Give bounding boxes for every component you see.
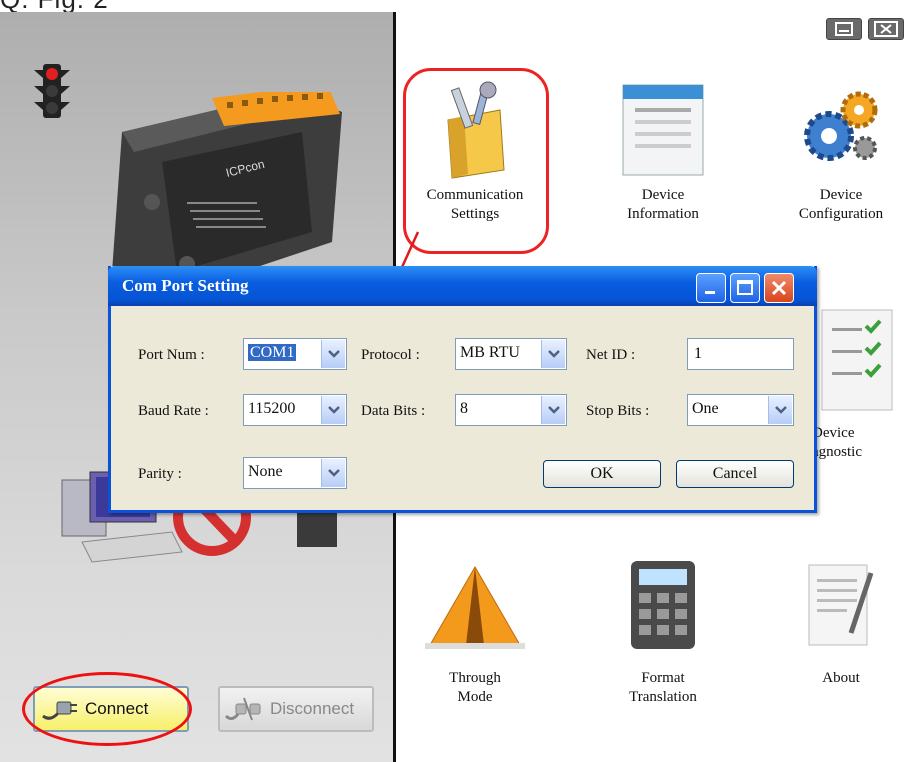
caption-text: Q. Fig. 2 <box>0 0 109 12</box>
tile-about[interactable]: About <box>778 555 904 688</box>
figure-caption: Q. Fig. 2 <box>0 0 904 12</box>
dialog-maximize-button[interactable] <box>730 273 760 303</box>
protocol-value: MB RTU <box>460 344 520 361</box>
protocol-select[interactable]: MB RTU <box>455 338 567 370</box>
dialog-title: Com Port Setting <box>122 276 249 295</box>
tent-icon <box>425 565 525 649</box>
dialog-titlebar[interactable]: Com Port Setting <box>108 266 817 306</box>
data-bits-select[interactable]: 8 <box>455 394 567 426</box>
parity-select[interactable]: None <box>243 457 347 489</box>
window-controls <box>826 12 904 42</box>
cancel-button[interactable]: Cancel <box>676 460 794 488</box>
document-pen-icon <box>808 564 874 646</box>
parity-label: Parity : <box>138 466 182 482</box>
data-bits-label: Data Bits : <box>361 403 426 419</box>
maximize-icon <box>737 280 753 295</box>
data-bits-value: 8 <box>460 400 468 417</box>
close-icon <box>771 280 787 296</box>
tile-through-mode[interactable]: Through Mode <box>400 555 550 707</box>
stop-bits-label: Stop Bits : <box>586 403 650 419</box>
net-id-label: Net ID : <box>586 347 636 363</box>
calculator-icon <box>631 561 695 649</box>
close-icon <box>874 21 898 37</box>
chevron-down-icon[interactable] <box>768 396 792 424</box>
disconnect-label: Disconnect <box>270 699 355 718</box>
minimize-icon <box>705 291 715 294</box>
tile-device-diagnostic[interactable]: Device agnostic <box>812 300 904 462</box>
checklist-icon <box>821 309 893 411</box>
info-window-icon <box>622 84 704 176</box>
com-port-setting-dialog: Com Port Setting Port Num : COM1 Protoco… <box>108 266 817 513</box>
tile-device-configuration[interactable]: Device Configuration <box>778 80 904 224</box>
close-window-button[interactable] <box>868 18 904 40</box>
gears-icon <box>804 91 878 161</box>
dialog-minimize-button[interactable] <box>696 273 726 303</box>
minimize-icon <box>835 22 853 36</box>
net-id-value: 1 <box>694 345 702 362</box>
tile-label: Format Translation <box>629 670 697 705</box>
stop-bits-select[interactable]: One <box>687 394 794 426</box>
chevron-down-icon[interactable] <box>321 396 345 424</box>
chevron-down-icon[interactable] <box>541 396 565 424</box>
tile-label: Device Configuration <box>798 187 884 222</box>
ok-button[interactable]: OK <box>543 460 661 488</box>
minimize-window-button[interactable] <box>826 18 862 40</box>
baud-rate-select[interactable]: 115200 <box>243 394 347 426</box>
tile-label: Device agnostic <box>812 425 862 460</box>
chevron-down-icon[interactable] <box>321 459 345 487</box>
chevron-down-icon[interactable] <box>321 340 345 368</box>
baud-rate-value: 115200 <box>248 400 296 417</box>
disconnect-button[interactable]: Disconnect <box>218 686 374 732</box>
tile-label: Device Information <box>627 187 699 222</box>
tile-label: Through Mode <box>449 670 501 705</box>
tile-label: About <box>822 670 860 686</box>
port-num-value: COM1 <box>248 344 297 361</box>
tile-format-translation[interactable]: Format Translation <box>588 555 738 707</box>
traffic-light-icon <box>34 64 70 118</box>
parity-value: None <box>248 463 283 480</box>
communication-settings-highlight <box>403 68 549 254</box>
unplug-icon <box>224 697 261 721</box>
dialog-close-button[interactable] <box>764 273 794 303</box>
protocol-label: Protocol : <box>361 347 420 363</box>
tile-device-information[interactable]: Device Information <box>588 80 738 224</box>
baud-rate-label: Baud Rate : <box>138 403 209 419</box>
port-num-select[interactable]: COM1 <box>243 338 347 370</box>
port-num-label: Port Num : <box>138 347 205 363</box>
net-id-input[interactable]: 1 <box>687 338 794 370</box>
connect-highlight-circle <box>22 672 192 746</box>
stop-bits-value: One <box>692 400 719 417</box>
chevron-down-icon[interactable] <box>541 340 565 368</box>
